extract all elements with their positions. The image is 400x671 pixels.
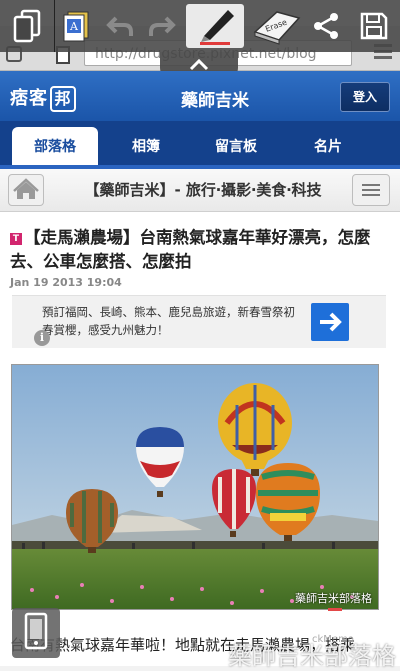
phone-frame-icon: [24, 612, 48, 650]
ad-text[interactable]: 預訂福岡、長崎、熊本、鹿兒島旅遊，新春雪祭初春賞櫻，感受九州魅力！: [42, 303, 304, 339]
photo-watermark: 藥師吉米部落格: [295, 592, 372, 605]
ad-arrow-button[interactable]: [311, 303, 349, 341]
svg-text:A: A: [69, 20, 79, 33]
balloon-photo: [12, 365, 378, 609]
redo-icon[interactable]: [142, 0, 182, 52]
site-title: 藥師吉米: [181, 91, 249, 111]
post-title-text[interactable]: 【走馬瀨農場】台南熱氣球嘉年華好漂亮，怎麼去、公車怎麼搭、怎麼拍: [10, 228, 371, 271]
copy-screen-icon[interactable]: [0, 0, 55, 52]
menu-list-button[interactable]: [352, 174, 390, 206]
pixnet-logo[interactable]: 痞客邦: [10, 84, 76, 112]
login-button[interactable]: 登入: [340, 82, 390, 112]
memo-toolbar: A Erase: [0, 0, 400, 52]
logo-box: 邦: [50, 86, 76, 112]
logo-text: 痞客: [10, 88, 48, 109]
save-icon[interactable]: [348, 0, 400, 52]
undo-icon[interactable]: [100, 0, 140, 52]
eraser-icon[interactable]: Erase: [248, 0, 304, 52]
capture-frame-button[interactable]: [12, 608, 60, 658]
tab-profile[interactable]: 名片: [286, 127, 370, 165]
chevron-up-icon: [189, 58, 209, 71]
share-icon[interactable]: [306, 0, 346, 52]
ad-info-icon[interactable]: i: [34, 330, 50, 346]
blog-title: 【藥師吉米】- 旅行‧攝影‧美食‧科技: [84, 181, 322, 199]
pin-icon: T: [10, 233, 22, 245]
tab-album[interactable]: 相簿: [104, 127, 188, 165]
tab-blog[interactable]: 部落格: [12, 127, 98, 165]
home-button[interactable]: [8, 174, 44, 206]
pen-stroke-mark: [328, 608, 342, 611]
post-photo[interactable]: 藥師吉米部落格: [11, 364, 379, 610]
arrow-right-icon: [320, 312, 342, 332]
pen-icon[interactable]: [186, 4, 244, 48]
post-date: Jan 19 2013 19:04: [10, 276, 122, 289]
tab-guestbook[interactable]: 留言板: [194, 127, 278, 165]
text-mode-icon[interactable]: A: [55, 0, 97, 52]
home-icon: [13, 178, 39, 199]
post-title[interactable]: T 【走馬瀨農場】台南熱氣球嘉年華好漂亮，怎麼去、公車怎麼搭、怎麼拍: [10, 226, 384, 274]
